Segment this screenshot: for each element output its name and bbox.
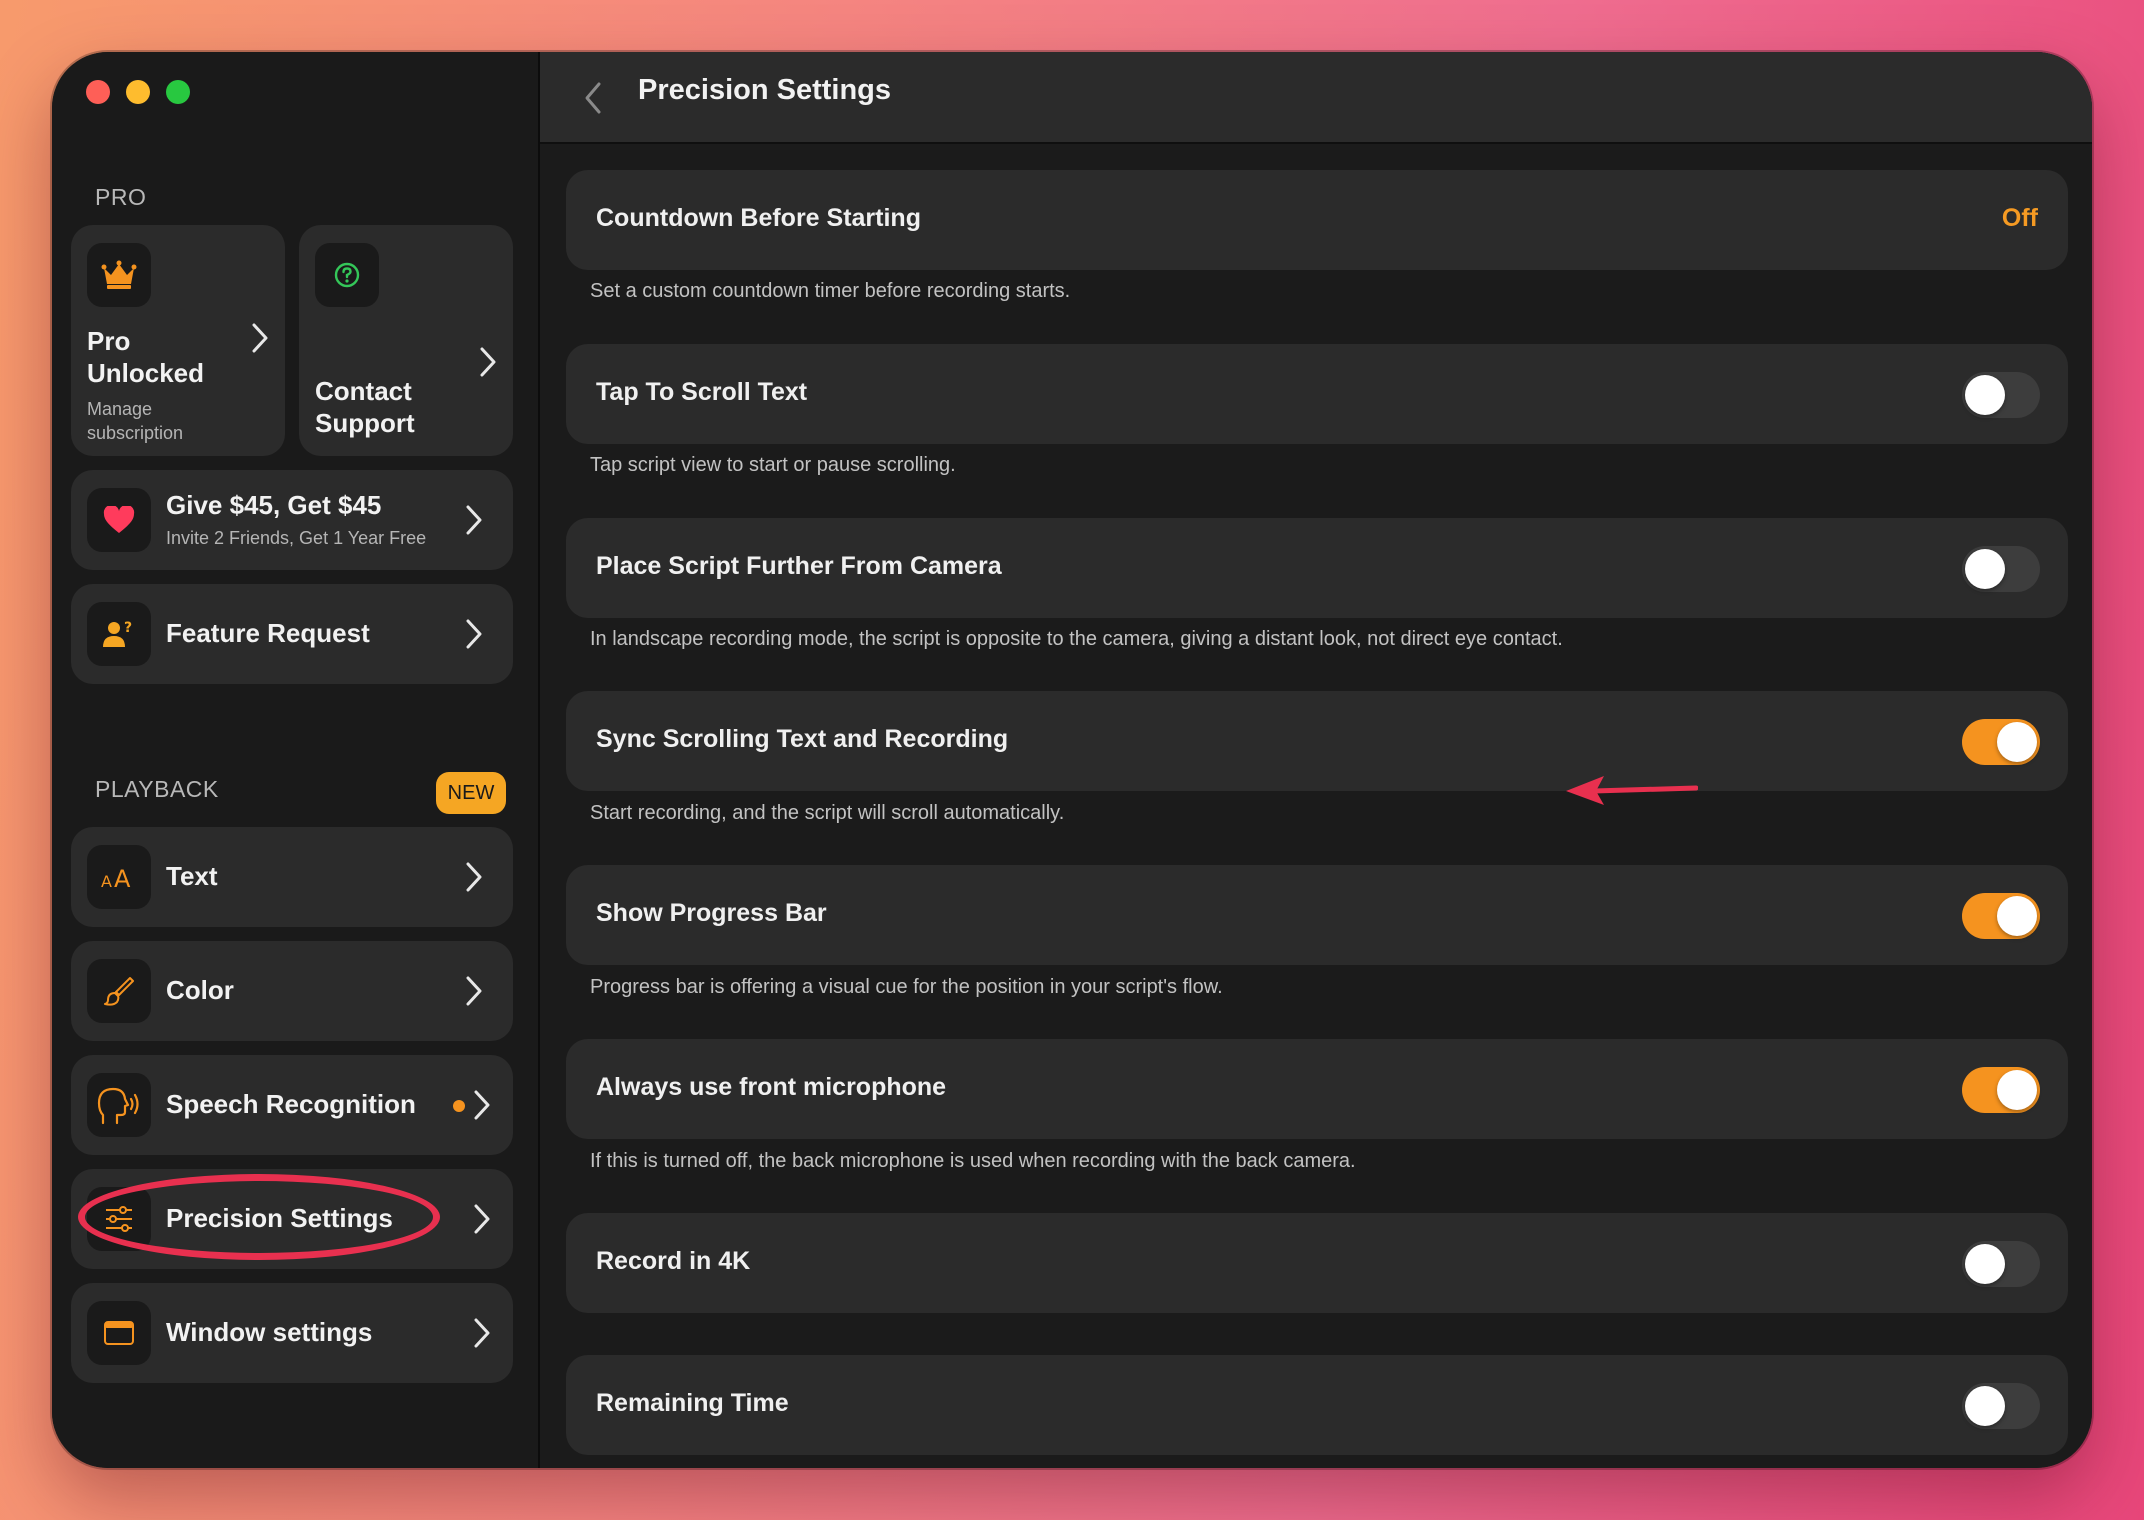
setting-row-remaining-time: Remaining Time — [566, 1355, 2068, 1455]
text-size-icon: A A — [87, 845, 151, 909]
chevron-right-icon — [474, 1204, 490, 1234]
setting-description: Start recording, and the script will scr… — [590, 802, 1065, 824]
pro-subtitle-line1: Manage — [87, 399, 153, 419]
unread-dot — [453, 1100, 465, 1112]
chevron-right-icon — [480, 347, 496, 377]
sidebar-item-color[interactable]: Color — [71, 941, 513, 1041]
person-question-icon: ? — [87, 602, 151, 666]
pro-section-label: PRO — [95, 184, 147, 210]
chevron-right-icon — [474, 1318, 490, 1348]
setting-label: Sync Scrolling Text and Recording — [596, 725, 1009, 753]
pro-subtitle: Manage subscription — [87, 397, 183, 445]
toggle-switch[interactable] — [1962, 1241, 2040, 1287]
setting-label: Place Script Further From Camera — [596, 552, 1002, 580]
setting-label: Tap To Scroll Text — [596, 378, 808, 406]
sidebar-item-label: Color — [166, 975, 234, 1005]
chevron-right-icon — [466, 505, 482, 535]
pro-subtitle-line2: subscription — [87, 423, 184, 443]
new-badge: NEW — [436, 772, 506, 814]
back-chevron-icon[interactable] — [582, 80, 604, 116]
chevron-right-icon — [252, 323, 268, 353]
chevron-right-icon — [466, 862, 482, 892]
support-title: Contact Support — [315, 375, 415, 439]
pro-title-line1: Pro — [87, 326, 131, 356]
referral-card[interactable]: Give $45, Get $45 Invite 2 Friends, Get … — [71, 470, 513, 570]
sidebar-item-label: Speech Recognition — [166, 1089, 416, 1119]
pro-title-line2: Unlocked — [87, 358, 205, 388]
toggle-knob — [1965, 549, 2005, 589]
referral-title: Give $45, Get $45 — [166, 490, 382, 520]
svg-text:A: A — [114, 865, 131, 891]
setting-description: If this is turned off, the back micropho… — [590, 1150, 1356, 1172]
referral-subtitle: Invite 2 Friends, Get 1 Year Free — [166, 528, 427, 548]
chevron-right-icon — [474, 1090, 490, 1120]
toggle-knob — [1997, 722, 2037, 762]
support-title-line2: Support — [315, 408, 415, 438]
feature-request-card[interactable]: ? Feature Request — [71, 584, 513, 684]
sidebar-item-text[interactable]: A A Text — [71, 827, 513, 927]
setting-description: Tap script view to start or pause scroll… — [590, 454, 956, 476]
pro-unlocked-card[interactable]: Pro Unlocked Manage subscription — [71, 225, 285, 456]
crown-icon — [87, 243, 151, 307]
sidebar-item-label: Text — [166, 861, 218, 891]
toggle-switch[interactable] — [1962, 546, 2040, 592]
toggle-knob — [1997, 896, 2037, 936]
setting-label: Remaining Time — [596, 1389, 789, 1417]
setting-label: Record in 4K — [596, 1247, 751, 1275]
page-title: Precision Settings — [638, 74, 892, 106]
setting-row-tap-to-scroll: Tap To Scroll Text — [566, 344, 2068, 444]
sidebar-item-label: Window settings — [166, 1317, 373, 1347]
heart-icon — [87, 488, 151, 552]
setting-row-progress-bar: Show Progress Bar — [566, 865, 2068, 965]
app-window: PRO Pro Unlocked Manage subscription Con… — [52, 52, 2092, 1468]
window-controls — [86, 80, 190, 104]
setting-row-front-microphone: Always use front microphone — [566, 1039, 2068, 1139]
setting-value[interactable]: Off — [2002, 204, 2038, 233]
setting-label: Always use front microphone — [596, 1073, 947, 1101]
zoom-window-button[interactable] — [166, 80, 190, 104]
toggle-switch[interactable] — [1962, 1067, 2040, 1113]
sidebar-item-window-settings[interactable]: Window settings — [71, 1283, 513, 1383]
svg-text:?: ? — [124, 620, 132, 636]
setting-row-place-script-further: Place Script Further From Camera — [566, 518, 2068, 618]
help-circle-icon — [315, 243, 379, 307]
setting-label: Countdown Before Starting — [596, 204, 921, 232]
sidebar-item-speech-recognition[interactable]: Speech Recognition — [71, 1055, 513, 1155]
close-window-button[interactable] — [86, 80, 110, 104]
chevron-right-icon — [466, 976, 482, 1006]
highlight-ring-annotation — [78, 1174, 440, 1260]
toggle-knob — [1997, 1070, 2037, 1110]
contact-support-card[interactable]: Contact Support — [299, 225, 513, 456]
chevron-right-icon — [466, 619, 482, 649]
setting-description: Set a custom countdown timer before reco… — [590, 280, 1071, 302]
setting-description: In landscape recording mode, the script … — [590, 628, 1563, 650]
toggle-switch[interactable] — [1962, 1383, 2040, 1429]
toggle-switch[interactable] — [1962, 719, 2040, 765]
setting-label: Show Progress Bar — [596, 899, 827, 927]
support-title-line1: Contact — [315, 376, 412, 406]
speech-head-icon — [87, 1073, 151, 1137]
brush-icon — [87, 959, 151, 1023]
main-content: Precision Settings Countdown Before Star… — [540, 52, 2092, 1468]
toggle-knob — [1965, 1386, 2005, 1426]
toggle-switch[interactable] — [1962, 893, 2040, 939]
setting-row-countdown[interactable]: Countdown Before Starting Off — [566, 170, 2068, 270]
feature-request-label: Feature Request — [166, 618, 370, 648]
window-icon — [87, 1301, 151, 1365]
pro-title: Pro Unlocked — [87, 325, 204, 389]
red-arrow-annotation — [1566, 776, 1698, 805]
minimize-window-button[interactable] — [126, 80, 150, 104]
header: Precision Settings — [540, 52, 2092, 144]
toggle-knob — [1965, 1244, 2005, 1284]
setting-description: Progress bar is offering a visual cue fo… — [590, 976, 1223, 998]
setting-row-record-4k: Record in 4K — [566, 1213, 2068, 1313]
playback-section-label: PLAYBACK — [95, 776, 219, 802]
sidebar: PRO Pro Unlocked Manage subscription Con… — [52, 52, 540, 1468]
svg-text:A: A — [101, 872, 112, 891]
toggle-switch[interactable] — [1962, 372, 2040, 418]
toggle-knob — [1965, 375, 2005, 415]
setting-row-sync-scrolling: Sync Scrolling Text and Recording — [566, 691, 2068, 791]
